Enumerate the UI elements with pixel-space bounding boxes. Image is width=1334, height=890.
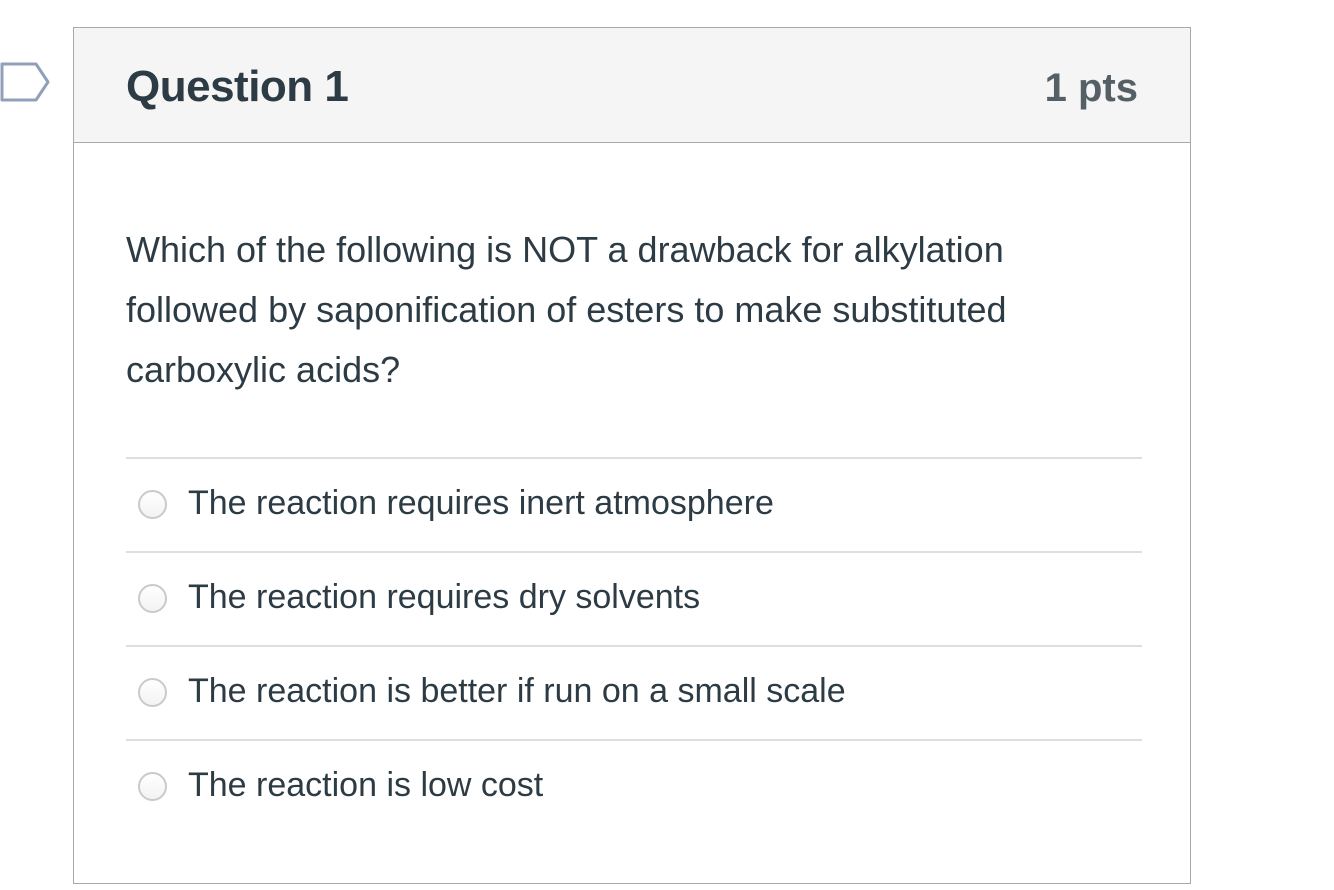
answer-label: The reaction is low cost	[188, 766, 544, 804]
answer-list: The reaction requires inert atmosphere T…	[126, 457, 1142, 833]
question-header: Question 1 1 pts	[74, 28, 1190, 143]
radio-button[interactable]	[138, 678, 167, 707]
answer-label: The reaction requires inert atmosphere	[188, 484, 774, 522]
answer-option[interactable]: The reaction requires inert atmosphere	[126, 457, 1142, 551]
answer-label: The reaction is better if run on a small…	[188, 672, 846, 710]
question-card: Question 1 1 pts Which of the following …	[73, 27, 1191, 884]
answer-option[interactable]: The reaction requires dry solvents	[126, 551, 1142, 645]
question-text: Which of the following is NOT a drawback…	[126, 229, 1007, 390]
radio-button[interactable]	[138, 772, 167, 801]
answer-option[interactable]: The reaction is low cost	[126, 739, 1142, 833]
question-title: Question 1	[126, 62, 349, 111]
flag-question-icon[interactable]	[0, 60, 52, 104]
answer-option[interactable]: The reaction is better if run on a small…	[126, 645, 1142, 739]
radio-button[interactable]	[138, 490, 167, 519]
quiz-page: Question 1 1 pts Which of the following …	[0, 0, 1334, 890]
radio-button[interactable]	[138, 584, 167, 613]
question-points: 1 pts	[1044, 66, 1138, 110]
answer-label: The reaction requires dry solvents	[188, 578, 701, 616]
